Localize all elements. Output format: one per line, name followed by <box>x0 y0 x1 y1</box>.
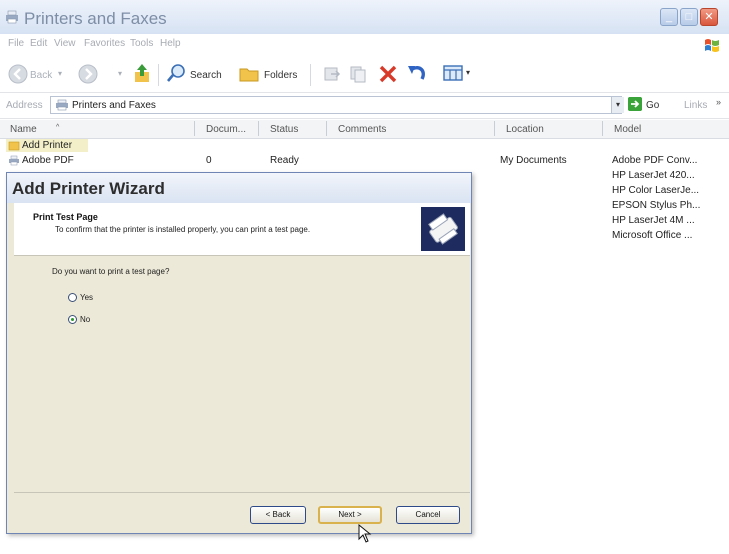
address-value: Printers and Faxes <box>72 100 156 111</box>
printer-model: HP LaserJet 420... <box>612 170 695 181</box>
list-item-add-printer[interactable]: Add Printer <box>22 140 72 151</box>
links-chevron-icon[interactable]: » <box>716 97 721 107</box>
menu-favorites[interactable]: Favorites <box>84 38 125 49</box>
undo-icon[interactable] <box>406 63 428 83</box>
wizard-step-title: Print Test Page <box>33 212 98 222</box>
next-button[interactable]: Next > <box>318 506 382 524</box>
menu-edit[interactable]: Edit <box>30 38 47 49</box>
adobe-pdf-model: Adobe PDF Conv... <box>612 155 698 166</box>
column-separator[interactable] <box>602 121 603 136</box>
mouse-cursor-icon <box>358 524 372 543</box>
minimize-icon: _ <box>665 11 673 23</box>
printer-icon <box>6 10 18 24</box>
cancel-button[interactable]: Cancel <box>396 506 460 524</box>
maximize-icon: □ <box>685 11 693 23</box>
window-title: Printers and Faxes <box>24 9 167 28</box>
adobe-pdf-status: Ready <box>270 155 299 166</box>
column-name[interactable]: Name <box>10 124 37 135</box>
go-arrow-icon[interactable] <box>628 97 642 111</box>
printer-model: EPSON Stylus Ph... <box>612 200 701 211</box>
add-printer-icon <box>8 141 20 151</box>
adobe-pdf-documents: 0 <box>206 155 212 166</box>
links-label[interactable]: Links <box>684 100 707 111</box>
copy-to-icon[interactable] <box>348 64 368 84</box>
address-dropdown-button[interactable]: ▾ <box>611 97 624 113</box>
test-page-question: Do you want to print a test page? <box>52 267 170 276</box>
wizard-step-description: To confirm that the printer is installed… <box>55 225 311 234</box>
views-dropdown-icon[interactable]: ▾ <box>466 68 470 77</box>
search-icon[interactable] <box>166 63 186 83</box>
printer-model: HP Color LaserJe... <box>612 185 700 196</box>
windows-logo-icon <box>705 39 719 52</box>
radio-yes[interactable] <box>68 293 77 302</box>
forward-dropdown-icon[interactable]: ▾ <box>118 69 122 78</box>
wizard-footer-divider <box>14 492 470 493</box>
list-item-adobe-pdf[interactable]: Adobe PDF <box>22 155 74 166</box>
printer-model: Microsoft Office ... <box>612 230 693 241</box>
search-button-label[interactable]: Search <box>190 70 222 81</box>
back-arrow-icon[interactable] <box>8 64 28 84</box>
column-model[interactable]: Model <box>614 124 641 135</box>
views-icon[interactable] <box>442 63 464 83</box>
radio-no[interactable] <box>68 315 77 324</box>
column-separator[interactable] <box>258 121 259 136</box>
column-status[interactable]: Status <box>270 124 298 135</box>
maximize-button[interactable]: □ <box>680 8 698 26</box>
forward-arrow-icon[interactable] <box>78 64 98 84</box>
column-separator[interactable] <box>326 121 327 136</box>
folders-icon[interactable] <box>238 63 260 83</box>
delete-icon[interactable] <box>378 64 398 84</box>
minimize-button[interactable]: _ <box>660 8 678 26</box>
menu-help[interactable]: Help <box>160 38 181 49</box>
toolbar-separator <box>158 64 159 86</box>
back-button[interactable]: < Back <box>250 506 306 524</box>
sort-ascending-icon: ^ <box>56 124 60 131</box>
wizard-title: Add Printer Wizard <box>12 179 165 198</box>
column-comments[interactable]: Comments <box>338 124 386 135</box>
printer-icon <box>9 155 19 166</box>
printer-icon <box>56 99 68 111</box>
radio-no-label[interactable]: No <box>80 315 90 324</box>
up-folder-icon[interactable] <box>132 62 152 84</box>
back-button-label[interactable]: Back <box>30 70 52 81</box>
toolbar-separator <box>310 64 311 86</box>
column-separator[interactable] <box>194 121 195 136</box>
column-location[interactable]: Location <box>506 124 544 135</box>
address-label: Address <box>6 100 43 111</box>
close-icon: ✕ <box>704 11 714 23</box>
close-button[interactable]: ✕ <box>700 8 718 26</box>
adobe-pdf-location: My Documents <box>500 155 567 166</box>
move-to-icon[interactable] <box>322 64 342 84</box>
go-button-label[interactable]: Go <box>646 100 659 111</box>
menu-view[interactable]: View <box>54 38 76 49</box>
printer-model: HP LaserJet 4M ... <box>612 215 695 226</box>
menu-tools[interactable]: Tools <box>130 38 153 49</box>
printer-wizard-icon <box>421 207 465 251</box>
column-separator[interactable] <box>494 121 495 136</box>
menu-file[interactable]: File <box>8 38 24 49</box>
folders-button-label[interactable]: Folders <box>264 70 297 81</box>
radio-yes-label[interactable]: Yes <box>80 293 93 302</box>
column-documents[interactable]: Docum... <box>206 124 246 135</box>
back-dropdown-icon[interactable]: ▾ <box>58 69 62 78</box>
